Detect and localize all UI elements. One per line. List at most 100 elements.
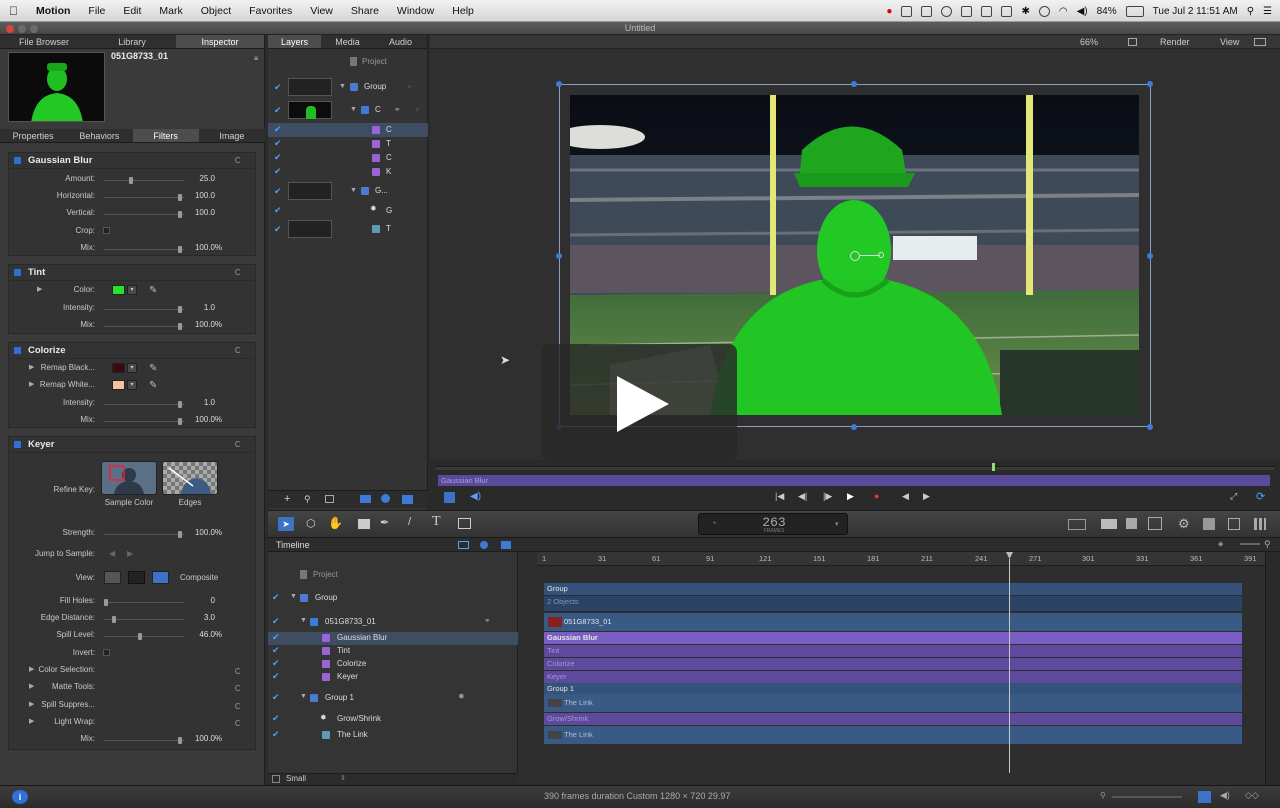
mini-playhead[interactable] (992, 463, 995, 471)
menu-file[interactable]: File (79, 5, 114, 17)
spotlight-icon[interactable]: ⚲ (1247, 6, 1254, 17)
mini-timeline-track[interactable]: Gaussian Blur (438, 475, 1270, 486)
gear-icon[interactable]: ✸ (458, 692, 465, 701)
slider-knob[interactable] (112, 616, 116, 623)
color-dropdown[interactable]: ▾ (127, 380, 137, 390)
slider-knob[interactable] (178, 246, 182, 253)
add-filter-icon[interactable] (381, 494, 390, 503)
reset-icon[interactable] (235, 347, 241, 353)
param-value[interactable]: 100.0 (195, 320, 215, 329)
slider-knob[interactable] (178, 323, 182, 330)
slider-knob[interactable] (104, 599, 108, 606)
track-the-link-2[interactable]: The Link (544, 726, 1242, 744)
audio-toggle-icon[interactable]: ◀) (470, 491, 481, 502)
transform-tool-icon[interactable]: ⬡ (306, 517, 316, 530)
layer-project[interactable]: Project (268, 55, 428, 69)
status-app-icon[interactable] (1001, 5, 1013, 17)
menu-window[interactable]: Window (388, 5, 443, 17)
show-behaviors-icon[interactable] (501, 541, 511, 549)
visibility-checkbox[interactable]: ✔ (274, 224, 282, 235)
matte-tools-row[interactable]: ▶ Matte Tools: (9, 682, 255, 694)
visibility-checkbox[interactable]: ✔ (274, 205, 282, 216)
audio-forward-button[interactable]: ▶ (923, 491, 930, 502)
amount-slider[interactable] (104, 177, 184, 184)
track-group[interactable]: Group (544, 583, 1242, 595)
horizontal-slider[interactable] (104, 194, 184, 201)
keyer-header[interactable]: Keyer (9, 437, 255, 453)
tab-library[interactable]: Library (88, 35, 176, 48)
tab-media[interactable]: Media (321, 35, 374, 48)
disclosure-triangle-icon[interactable]: ▶ (29, 717, 34, 725)
param-value[interactable]: 1.0 (204, 303, 215, 312)
param-value[interactable]: 1.0 (204, 398, 215, 407)
track-colorize[interactable]: Colorize (544, 658, 1242, 670)
keyframe-editor-icon[interactable]: ◇◇ (1245, 790, 1259, 801)
light-wrap-row[interactable]: ▶ Light Wrap: (9, 717, 255, 729)
clock[interactable]: Tue Jul 2 11:51 AM (1153, 6, 1238, 17)
timeline-row-group-1[interactable]: ✔ ▼ Group 1 ✸ (268, 692, 518, 705)
layer-group-1[interactable]: ✔ ▼ G... (268, 182, 428, 202)
track-keyer[interactable]: Keyer (544, 671, 1242, 683)
slider-knob[interactable] (178, 737, 182, 744)
view-matte-button[interactable] (128, 571, 145, 584)
spill-level-slider[interactable] (104, 633, 184, 640)
select-tool-button[interactable]: ➤ (278, 517, 294, 531)
go-to-start-button[interactable]: |◀ (775, 491, 784, 502)
timeline-row-project[interactable]: Project (268, 569, 518, 582)
view-source-button[interactable] (104, 571, 121, 584)
menu-edit[interactable]: Edit (114, 5, 150, 17)
tab-file-browser[interactable]: File Browser (0, 35, 88, 48)
disclosure-triangle-icon[interactable]: ▶ (29, 665, 34, 673)
track-gaussian-blur[interactable]: Gaussian Blur (544, 632, 1242, 644)
play-button[interactable]: ▶ (847, 491, 854, 502)
menu-mark[interactable]: Mark (150, 5, 191, 17)
timeline-row-keyer[interactable]: ✔ Keyer (268, 671, 518, 684)
timeline-row-the-link[interactable]: ✔ The Link (268, 729, 518, 742)
eyedropper-icon[interactable]: ✎ (149, 363, 157, 374)
row-size-select[interactable]: Small (286, 774, 306, 783)
show-filters-icon[interactable] (480, 541, 488, 549)
apple-icon[interactable]:  (0, 4, 27, 18)
param-value[interactable]: 3.0 (204, 613, 215, 622)
lock-icon[interactable]: ▫ (416, 105, 419, 114)
timeline-row-tint[interactable]: ✔ Tint (268, 645, 518, 658)
record-status-icon[interactable]: ● (886, 6, 892, 17)
color-dropdown[interactable]: ▾ (127, 285, 137, 295)
visibility-checkbox[interactable]: ✔ (272, 692, 280, 703)
audio-timeline-icon[interactable]: ◀) (1220, 790, 1230, 801)
rectangle-tool-icon[interactable] (358, 519, 370, 529)
disclosure-triangle-icon[interactable]: ▼ (290, 593, 297, 600)
channels-icon[interactable] (1128, 38, 1137, 46)
color-swatch[interactable] (112, 380, 125, 390)
layer-behavior-grow[interactable]: ✔ ✸ G (268, 204, 428, 218)
text-tool-icon[interactable]: T (432, 514, 441, 530)
timeline-row-grow-shrink[interactable]: ✔ ✸ Grow/Shrink (268, 713, 518, 726)
toggle-timeline-button[interactable] (1198, 791, 1211, 803)
sample-color-button[interactable] (101, 461, 157, 495)
time-machine-icon[interactable] (1038, 5, 1050, 17)
mix-slider[interactable] (104, 737, 184, 744)
anchor-point-handle[interactable] (850, 251, 860, 261)
replicate-icon[interactable] (1228, 518, 1240, 530)
slider-knob[interactable] (178, 401, 182, 408)
mini-timeline-ruler[interactable] (436, 466, 1274, 470)
colorize-header[interactable]: Colorize (9, 343, 255, 359)
timeline-row-colorize[interactable]: ✔ Colorize (268, 658, 518, 671)
timeline-zoom-slider[interactable] (1112, 796, 1182, 798)
new-group-icon[interactable] (360, 495, 371, 503)
tab-filters[interactable]: Filters (132, 129, 199, 142)
zoom-window-button[interactable] (30, 25, 38, 33)
lock-icon[interactable]: 🔒︎ (254, 53, 258, 63)
status-app-icon[interactable] (901, 5, 913, 17)
generators-icon[interactable] (1148, 517, 1162, 530)
menu-object[interactable]: Object (192, 5, 240, 17)
menu-help[interactable]: Help (443, 5, 483, 17)
color-swatch[interactable] (112, 363, 125, 373)
minimize-window-button[interactable] (18, 25, 26, 33)
crop-checkbox[interactable] (103, 227, 110, 234)
zoom-slider[interactable] (1240, 543, 1260, 545)
link-icon[interactable]: ⚭ (484, 616, 491, 625)
menu-share[interactable]: Share (342, 5, 388, 17)
step-forward-button[interactable]: |▶ (823, 491, 832, 502)
resize-handle[interactable] (1147, 253, 1153, 259)
